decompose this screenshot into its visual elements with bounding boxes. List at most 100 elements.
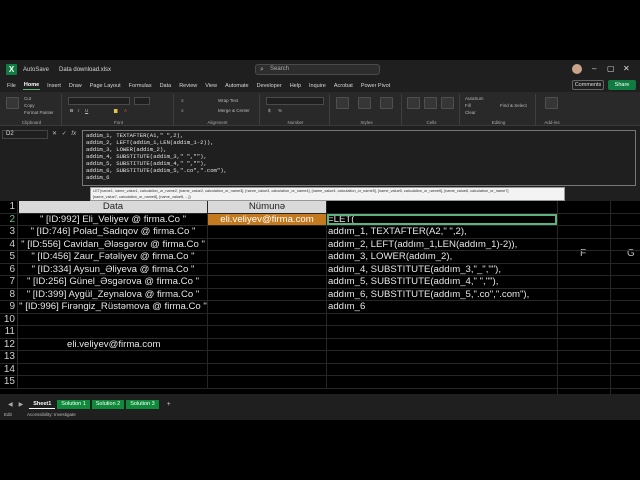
conditional-formatting-icon[interactable] (336, 97, 349, 109)
name-box[interactable]: D2 (2, 130, 48, 139)
cell-a[interactable]: " [ID:456] Zaur_Fətəliyev @ firma.Co " (19, 251, 208, 263)
cell-c[interactable]: addım_3, LOWER(addım_2), (327, 251, 557, 263)
row-header[interactable]: 4 (0, 238, 18, 250)
avatar[interactable] (572, 64, 582, 74)
row-header[interactable]: 3 (0, 226, 18, 238)
sheet-prev-icon[interactable]: ◀ (8, 401, 13, 408)
cell-a[interactable]: " [ID:334] Aysun_Əliyeva @ firma.Co " (19, 263, 208, 275)
cell-b[interactable] (208, 338, 327, 350)
cell-styles-icon[interactable] (380, 97, 393, 109)
sheet-tab-solution-3[interactable]: Solution 3 (126, 400, 159, 409)
cell-b[interactable] (208, 363, 327, 375)
row-header[interactable]: 14 (0, 363, 18, 375)
cell-c[interactable] (327, 201, 557, 213)
cell-a[interactable] (19, 326, 208, 338)
header-cell-sample[interactable]: Nümunə (208, 201, 327, 213)
cell-b[interactable] (208, 238, 327, 250)
row-header[interactable]: 2 (0, 213, 18, 225)
format-cells-icon[interactable] (441, 97, 454, 109)
cell-a[interactable]: " [ID:746] Polad_Sadıqov @ firma.Co " (19, 226, 208, 238)
autosum-button[interactable]: AutoSum (465, 96, 484, 101)
copy-button[interactable]: Copy (24, 103, 35, 108)
tab-power-pivot[interactable]: Power Pivot (360, 82, 391, 90)
addins-icon[interactable] (545, 97, 558, 109)
delete-cells-icon[interactable] (424, 97, 437, 109)
italic-icon[interactable]: I (78, 108, 79, 113)
tab-insert[interactable]: Insert (46, 82, 62, 90)
currency-icon[interactable]: $ (268, 108, 271, 113)
wrap-text-button[interactable]: Wrap Text (218, 98, 238, 103)
tab-help[interactable]: Help (289, 82, 302, 90)
row-header[interactable]: 1 (0, 201, 18, 213)
tab-page-layout[interactable]: Page Layout (89, 82, 122, 90)
cell-c[interactable]: addım_6, SUBSTITUTE(addım_5,".co",".com"… (327, 289, 557, 301)
sheet-tab-solution-1[interactable]: Solution 1 (57, 400, 90, 409)
cell-a[interactable] (19, 376, 208, 388)
percent-icon[interactable]: % (278, 108, 282, 113)
tab-inquire[interactable]: Inquire (308, 82, 327, 90)
format-as-table-icon[interactable] (358, 97, 371, 109)
cell-c[interactable] (327, 376, 557, 388)
tab-acrobat[interactable]: Acrobat (333, 82, 354, 90)
number-format-select[interactable] (266, 97, 324, 105)
fx-icon[interactable]: fx (71, 131, 76, 137)
font-family-select[interactable] (68, 97, 130, 105)
row-header[interactable]: 12 (0, 338, 18, 350)
cell-b[interactable]: eli.veliyev@firma.com (208, 213, 327, 225)
worksheet-grid[interactable]: F G 1 Data Nümunə 2 " [ID:992] Eli_Veliyev @… (0, 201, 640, 394)
cell-c[interactable]: addım_1, TEXTAFTER(A2," ",2), (327, 226, 557, 238)
cell-b[interactable] (208, 226, 327, 238)
cell-a[interactable]: " [ID:992] Eli_Veliyev @ firma.Co " (19, 213, 208, 225)
row-header[interactable]: 5 (0, 251, 18, 263)
maximize-icon[interactable]: ▢ (607, 64, 615, 73)
find-select-button[interactable]: Find & Select (500, 103, 527, 108)
cell-c[interactable]: addım_6 (327, 301, 557, 313)
row-header[interactable]: 8 (0, 288, 18, 300)
sheet-tab-sheet1[interactable]: Sheet1 (29, 400, 56, 409)
enter-icon[interactable]: ✓ (62, 131, 67, 137)
tab-file[interactable]: File (6, 82, 17, 90)
merge-center-button[interactable]: Merge & Center (218, 108, 250, 113)
cell-a[interactable] (19, 351, 208, 363)
row-header[interactable]: 7 (0, 276, 18, 288)
accessibility-status[interactable]: Accessibility: Investigate (27, 412, 76, 417)
close-icon[interactable]: ✕ (623, 64, 630, 73)
tab-automate[interactable]: Automate (224, 82, 250, 90)
cell-b[interactable] (208, 301, 327, 313)
share-button[interactable]: Share (608, 80, 636, 90)
autosave-toggle[interactable]: AutoSave (23, 67, 49, 73)
comments-button[interactable]: Comments (572, 80, 604, 90)
fill-color-icon[interactable]: ▆ (114, 108, 117, 114)
cell-c[interactable]: addım_5, SUBSTITUTE(addım_4," ",""), (327, 276, 557, 288)
fill-button[interactable]: Fill (465, 103, 471, 108)
sheet-tab-solution-2[interactable]: Solution 2 (91, 400, 125, 409)
cell-b[interactable] (208, 263, 327, 275)
insert-cells-icon[interactable] (407, 97, 420, 109)
align-left-icon[interactable]: ≡ (181, 108, 184, 113)
cell-a[interactable] (19, 313, 208, 325)
cell-a[interactable]: " [ID:256] Günel_Əsgərova @ firma.Co " (19, 276, 208, 288)
cut-button[interactable]: Cut (24, 96, 31, 101)
formula-input[interactable]: addim_1, TEXTAFTER(A1," ",2), addim_2, LE… (82, 130, 636, 186)
font-size-select[interactable] (134, 97, 150, 105)
cell-a[interactable]: " [ID:399] Aygül_Zeynalova @ firma.Co " (19, 288, 208, 300)
cell-b[interactable] (208, 313, 327, 325)
tab-view[interactable]: View (204, 82, 218, 90)
cell-c[interactable]: addım_4, SUBSTITUTE(addım_3,"_",""), (327, 264, 557, 276)
cell-c[interactable] (327, 351, 557, 363)
row-header[interactable]: 9 (0, 301, 18, 313)
header-cell-data[interactable]: Data (19, 201, 208, 213)
cell-a[interactable]: eli.veliyev@firma.com (19, 338, 208, 350)
cell-b[interactable] (208, 376, 327, 388)
cell-c[interactable] (327, 339, 557, 351)
cell-c[interactable]: addım_2, LEFT(addım_1,LEN(addım_1)-2)), (327, 239, 557, 251)
cell-a[interactable] (19, 363, 208, 375)
sheet-next-icon[interactable]: ▶ (19, 401, 24, 408)
row-header[interactable]: 6 (0, 263, 18, 275)
row-header[interactable]: 10 (0, 313, 18, 325)
cell-c[interactable] (327, 326, 557, 338)
bold-icon[interactable]: B (70, 108, 73, 113)
tab-home[interactable]: Home (22, 81, 41, 90)
cell-c[interactable]: =LET( (327, 213, 557, 225)
cell-b[interactable] (208, 326, 327, 338)
